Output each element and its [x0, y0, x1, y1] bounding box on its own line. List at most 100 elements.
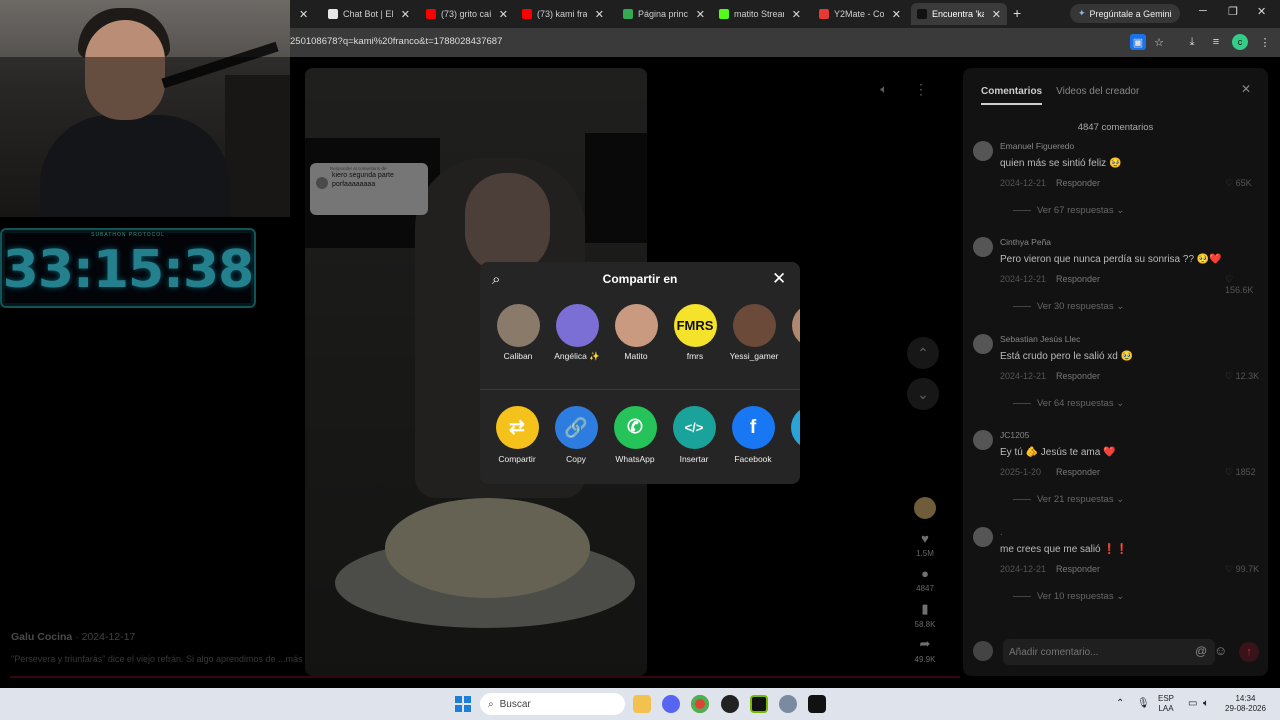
- share-option[interactable]: ➤ Te: [782, 406, 800, 464]
- view-replies-button[interactable]: Ver 64 respuestas ⌄: [1013, 398, 1124, 409]
- microphone-icon[interactable]: 🎙︎: [1137, 697, 1150, 710]
- browser-tab[interactable]: Encuentra 'kam ✕: [911, 3, 1007, 25]
- share-contact[interactable]: Angélica ✨: [547, 304, 607, 361]
- media-icon[interactable]: ≡: [1208, 34, 1224, 50]
- nvidia-icon[interactable]: [750, 695, 768, 713]
- like-count: 65K: [1235, 178, 1252, 188]
- start-button[interactable]: [455, 696, 471, 712]
- send-button[interactable]: ↑: [1239, 642, 1259, 662]
- share-contact[interactable]: FMRS fmrs: [665, 304, 725, 361]
- commenter-name[interactable]: Sebastian Jesús Llec: [1000, 334, 1080, 344]
- commenter-avatar[interactable]: [973, 527, 993, 547]
- share-option[interactable]: 🔗 Copy: [546, 406, 606, 464]
- close-tab-icon[interactable]: ✕: [992, 8, 1001, 21]
- commenter-name[interactable]: .: [1000, 527, 1002, 537]
- share-contact[interactable]: Yessi_gamer: [724, 304, 784, 361]
- bookmark-star-icon[interactable]: ☆: [1151, 34, 1167, 50]
- close-tab-icon[interactable]: ✕: [595, 8, 604, 21]
- close-window-button[interactable]: ✕: [1257, 5, 1266, 18]
- tab-comments[interactable]: Comentarios: [981, 86, 1043, 105]
- cast-icon[interactable]: ▣: [1130, 34, 1146, 50]
- share-contact[interactable]: Caliban: [488, 304, 548, 361]
- commenter-avatar[interactable]: [973, 141, 993, 161]
- close-tab-icon[interactable]: ✕: [696, 8, 705, 21]
- contact-name: Matito: [624, 351, 648, 361]
- windows-taskbar: ⌕ Buscar ⌃ 🎙︎ ESP LAA ▭ 🔈︎ 14:34 29-08-2…: [0, 688, 1280, 720]
- capcut-icon[interactable]: [808, 695, 826, 713]
- reply-button[interactable]: Responder: [1056, 371, 1100, 381]
- browser-tab[interactable]: matito Stream ✕: [713, 3, 807, 25]
- reply-button[interactable]: Responder: [1056, 564, 1100, 574]
- comment-likes[interactable]: ♡ 1852: [1225, 467, 1256, 478]
- gemini-button[interactable]: ✦ Pregúntale a Gemini: [1070, 4, 1180, 23]
- view-replies-button[interactable]: Ver 30 respuestas ⌄: [1013, 301, 1124, 312]
- chevron-up-icon[interactable]: ⌃: [1116, 697, 1124, 710]
- new-tab-button[interactable]: +: [1013, 5, 1021, 21]
- speaker-icon[interactable]: 🔈︎: [1203, 697, 1209, 710]
- share-contact[interactable]: Matito: [606, 304, 666, 361]
- close-tab-icon[interactable]: ✕: [892, 8, 901, 21]
- comment-date: 2024-12-21: [1000, 178, 1047, 188]
- comment-date: 2025-1-20: [1000, 467, 1042, 477]
- comment-input[interactable]: [1003, 639, 1215, 665]
- emoji-icon[interactable]: ☺: [1214, 643, 1227, 658]
- obs-icon[interactable]: [721, 695, 739, 713]
- tab-title: Y2Mate - Conv: [834, 9, 884, 19]
- profile-avatar[interactable]: c: [1232, 34, 1248, 50]
- menu-icon[interactable]: ⋮: [1257, 34, 1273, 50]
- commenter-avatar[interactable]: [973, 237, 993, 257]
- panel-tabs: Comentarios Videos del creador: [981, 86, 1139, 105]
- comment-likes[interactable]: ♡ 65K: [1225, 178, 1252, 189]
- commenter-name[interactable]: Cinthya Peña: [1000, 237, 1051, 247]
- share-contact[interactable]: Pa: [783, 304, 800, 361]
- discord-icon[interactable]: [662, 695, 680, 713]
- file-explorer-icon[interactable]: [633, 695, 651, 713]
- settings-icon[interactable]: [779, 695, 797, 713]
- chrome-icon[interactable]: [691, 695, 709, 713]
- close-panel-icon[interactable]: ✕: [1241, 82, 1251, 96]
- user-avatar: [973, 641, 993, 661]
- close-tab-icon[interactable]: ✕: [401, 8, 410, 21]
- browser-tab[interactable]: (73) kami franc ✕: [516, 3, 610, 25]
- view-replies-button[interactable]: Ver 10 respuestas ⌄: [1013, 591, 1124, 602]
- share-option[interactable]: ✆ WhatsApp: [605, 406, 665, 464]
- comment-date: 2024-12-21: [1000, 371, 1047, 381]
- comment-likes[interactable]: ♡ 99.7K: [1225, 564, 1259, 575]
- close-tab-icon[interactable]: ✕: [499, 8, 508, 21]
- browser-tab[interactable]: Chat Bot | El m ✕: [322, 3, 416, 25]
- restore-button[interactable]: ❐: [1228, 5, 1238, 18]
- mention-icon[interactable]: @: [1195, 644, 1207, 658]
- reply-button[interactable]: Responder: [1056, 467, 1100, 477]
- browser-tab[interactable]: (73) grito caíd ✕: [420, 3, 514, 25]
- view-replies-button[interactable]: Ver 67 respuestas ⌄: [1013, 205, 1124, 216]
- clock[interactable]: 14:34 29-08-2026: [1225, 694, 1266, 715]
- close-icon[interactable]: ✕: [772, 269, 786, 289]
- share-option-label: Facebook: [734, 454, 772, 464]
- share-option[interactable]: </> Insertar: [664, 406, 724, 464]
- tab-title: matito Stream: [734, 9, 784, 19]
- share-option[interactable]: ⇄ Compartir: [487, 406, 547, 464]
- taskbar-search[interactable]: ⌕ Buscar: [480, 693, 625, 715]
- download-icon[interactable]: ⤓: [1184, 34, 1200, 50]
- language-indicator[interactable]: ESP LAA: [1158, 694, 1174, 715]
- view-replies-button[interactable]: Ver 21 respuestas ⌄: [1013, 494, 1124, 505]
- reply-button[interactable]: Responder: [1056, 178, 1100, 188]
- commenter-avatar[interactable]: [973, 334, 993, 354]
- close-tab-icon[interactable]: ✕: [792, 8, 801, 21]
- commenter-name[interactable]: Emanuel Figueredo: [1000, 141, 1074, 151]
- commenter-avatar[interactable]: [973, 430, 993, 450]
- browser-tab[interactable]: Página princip ✕: [617, 3, 711, 25]
- share-option[interactable]: f Facebook: [723, 406, 783, 464]
- tab-partial[interactable]: ✕: [290, 3, 316, 25]
- close-tab-icon[interactable]: ✕: [299, 8, 308, 21]
- url-text[interactable]: 250108678?q=kami%20franco&t=178802843768…: [290, 36, 502, 47]
- comment-likes[interactable]: ♡ 156.6K: [1225, 274, 1263, 295]
- commenter-name[interactable]: JC1205: [1000, 430, 1029, 440]
- reply-button[interactable]: Responder: [1056, 274, 1100, 284]
- comment-likes[interactable]: ♡ 12.3K: [1225, 371, 1259, 382]
- browser-tab[interactable]: Y2Mate - Conv ✕: [813, 3, 907, 25]
- network-icon[interactable]: ▭: [1188, 697, 1197, 710]
- tab-title: (73) grito caíd: [441, 9, 491, 19]
- tab-creator-videos[interactable]: Videos del creador: [1056, 86, 1139, 105]
- minimize-button[interactable]: ─: [1199, 5, 1207, 17]
